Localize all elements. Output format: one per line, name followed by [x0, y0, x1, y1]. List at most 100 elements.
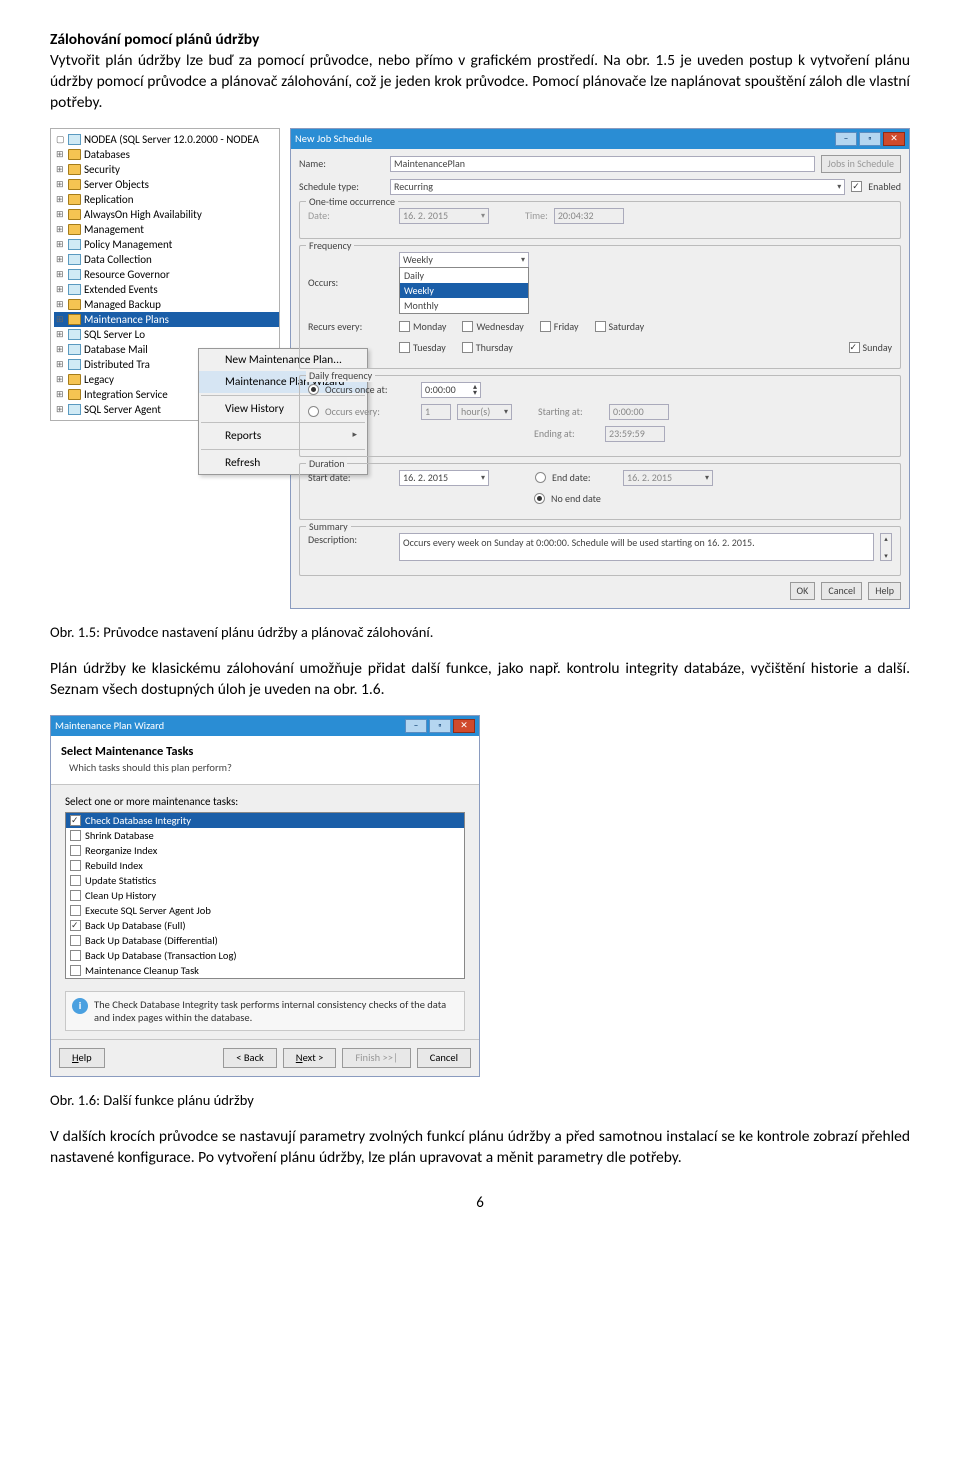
- task-item[interactable]: Check Database Integrity: [66, 813, 464, 828]
- occurs-dropdown-list[interactable]: Daily Weekly Monthly: [399, 267, 529, 314]
- tree-item[interactable]: ⊞Extended Events: [54, 282, 279, 297]
- friday-checkbox[interactable]: [540, 321, 551, 332]
- expand-icon[interactable]: ⊞: [56, 267, 65, 282]
- monday-checkbox[interactable]: [399, 321, 410, 332]
- task-item[interactable]: Shrink Database: [66, 828, 464, 843]
- wednesday-checkbox[interactable]: [462, 321, 473, 332]
- task-item[interactable]: Reorganize Index: [66, 843, 464, 858]
- expand-icon[interactable]: ⊞: [56, 177, 65, 192]
- expand-icon[interactable]: ⊞: [56, 402, 65, 417]
- task-checkbox[interactable]: [70, 860, 81, 871]
- cancel-button[interactable]: Cancel: [417, 1048, 471, 1068]
- task-item[interactable]: Rebuild Index: [66, 858, 464, 873]
- maximize-button[interactable]: ▫: [859, 132, 881, 146]
- expand-icon[interactable]: ⊞: [56, 192, 65, 207]
- task-checkbox[interactable]: [70, 890, 81, 901]
- next-button[interactable]: Next >: [283, 1048, 337, 1068]
- maintenance-tasks-list[interactable]: Check Database IntegrityShrink DatabaseR…: [65, 812, 465, 979]
- task-item[interactable]: Clean Up History: [66, 888, 464, 903]
- schedule-type-dropdown[interactable]: Recurring▾: [390, 179, 845, 195]
- tree-item[interactable]: ⊞ Resource Governor: [54, 267, 279, 282]
- expand-icon[interactable]: ⊞: [56, 342, 65, 357]
- task-checkbox[interactable]: [70, 845, 81, 856]
- tree-item[interactable]: ⊞Policy Management: [54, 237, 279, 252]
- occurs-once-radio[interactable]: [308, 384, 319, 395]
- minimize-button[interactable]: –: [405, 719, 427, 733]
- tree-item[interactable]: ⊞Security: [54, 162, 279, 177]
- figure-1-5: ▢ NODEA (SQL Server 12.0.2000 - NODEA ⊞D…: [50, 128, 910, 609]
- task-item[interactable]: Update Statistics: [66, 873, 464, 888]
- task-checkbox[interactable]: [70, 950, 81, 961]
- expand-icon[interactable]: ⊞: [56, 312, 65, 327]
- help-button[interactable]: Help: [868, 582, 901, 600]
- task-checkbox[interactable]: [70, 965, 81, 976]
- task-checkbox[interactable]: [70, 935, 81, 946]
- tree-item[interactable]: ⊞Replication: [54, 192, 279, 207]
- object-icon: [68, 329, 81, 340]
- close-button[interactable]: ✕: [883, 132, 905, 146]
- task-item[interactable]: Maintenance Cleanup Task: [66, 963, 464, 978]
- cancel-button[interactable]: Cancel: [821, 582, 862, 600]
- no-end-date-radio[interactable]: [534, 493, 545, 504]
- ok-button[interactable]: OK: [790, 582, 816, 600]
- task-item[interactable]: Back Up Database (Transaction Log): [66, 948, 464, 963]
- jobs-in-schedule-button[interactable]: Jobs in Schedule: [821, 155, 901, 173]
- occurs-opt-daily[interactable]: Daily: [400, 268, 528, 283]
- task-item[interactable]: Back Up Database (Differential): [66, 933, 464, 948]
- duration-group: Duration Start date: 16. 2. 2015▾ End da…: [299, 463, 901, 520]
- scrollbar[interactable]: ▴▾: [880, 533, 892, 561]
- tree-item[interactable]: ⊞Maintenance Plans: [54, 312, 279, 327]
- end-date-radio[interactable]: [535, 472, 546, 483]
- task-checkbox[interactable]: [70, 830, 81, 841]
- tuesday-checkbox[interactable]: [399, 342, 410, 353]
- tree-item[interactable]: ⊞SQL Server Lo: [54, 327, 279, 342]
- saturday-checkbox[interactable]: [595, 321, 606, 332]
- expand-icon[interactable]: ⊞: [56, 147, 65, 162]
- occurs-opt-monthly[interactable]: Monthly: [400, 298, 528, 313]
- expand-icon[interactable]: ⊞: [56, 222, 65, 237]
- server-icon: [68, 134, 81, 145]
- expand-icon[interactable]: ⊞: [56, 357, 65, 372]
- expand-icon[interactable]: ⊞: [56, 297, 65, 312]
- occurs-dropdown[interactable]: Weekly▾: [399, 252, 529, 268]
- task-item[interactable]: Execute SQL Server Agent Job: [66, 903, 464, 918]
- task-checkbox[interactable]: [70, 815, 81, 826]
- tree-item[interactable]: ⊞Databases: [54, 147, 279, 162]
- expand-icon[interactable]: ⊞: [56, 282, 65, 297]
- tree-item[interactable]: ⊞Managed Backup: [54, 297, 279, 312]
- enabled-checkbox[interactable]: [851, 181, 862, 192]
- tree-item-label: Resource Governor: [84, 267, 170, 282]
- tree-item[interactable]: ⊞Server Objects: [54, 177, 279, 192]
- occurs-opt-weekly[interactable]: Weekly: [400, 283, 528, 298]
- minimize-button[interactable]: –: [835, 132, 857, 146]
- start-date-input[interactable]: 16. 2. 2015▾: [399, 470, 489, 486]
- tree-item[interactable]: ⊞Data Collection: [54, 252, 279, 267]
- expand-icon[interactable]: ⊞: [56, 162, 65, 177]
- saturday-label: Saturday: [609, 320, 645, 333]
- chevron-down-icon: ▾: [833, 182, 841, 192]
- tree-item[interactable]: ⊞Management: [54, 222, 279, 237]
- task-item[interactable]: Back Up Database (Full): [66, 918, 464, 933]
- expand-icon[interactable]: ⊞: [56, 207, 65, 222]
- expand-icon[interactable]: ⊞: [56, 327, 65, 342]
- figure-1-5-caption: Obr. 1.5: Průvodce nastavení plánu údržb…: [50, 623, 910, 641]
- task-checkbox[interactable]: [70, 905, 81, 916]
- task-checkbox[interactable]: [70, 875, 81, 886]
- close-button[interactable]: ✕: [453, 719, 475, 733]
- task-checkbox[interactable]: [70, 920, 81, 931]
- back-button[interactable]: < Back: [223, 1048, 277, 1068]
- occurs-every-radio[interactable]: [308, 406, 319, 417]
- thursday-checkbox[interactable]: [462, 342, 473, 353]
- expand-icon[interactable]: ⊞: [56, 387, 65, 402]
- tree-root[interactable]: ▢ NODEA (SQL Server 12.0.2000 - NODEA: [54, 132, 279, 147]
- tree-item[interactable]: ⊞AlwaysOn High Availability: [54, 207, 279, 222]
- sunday-checkbox[interactable]: [849, 342, 860, 353]
- occurs-once-time[interactable]: 0:00:00▴▾: [421, 382, 481, 398]
- name-input[interactable]: MaintenancePlan: [390, 156, 815, 172]
- collapse-icon[interactable]: ▢: [56, 132, 65, 147]
- expand-icon[interactable]: ⊞: [56, 237, 65, 252]
- help-button[interactable]: Help: [59, 1048, 105, 1068]
- expand-icon[interactable]: ⊞: [56, 372, 65, 387]
- expand-icon[interactable]: ⊞: [56, 252, 65, 267]
- maximize-button[interactable]: ▫: [429, 719, 451, 733]
